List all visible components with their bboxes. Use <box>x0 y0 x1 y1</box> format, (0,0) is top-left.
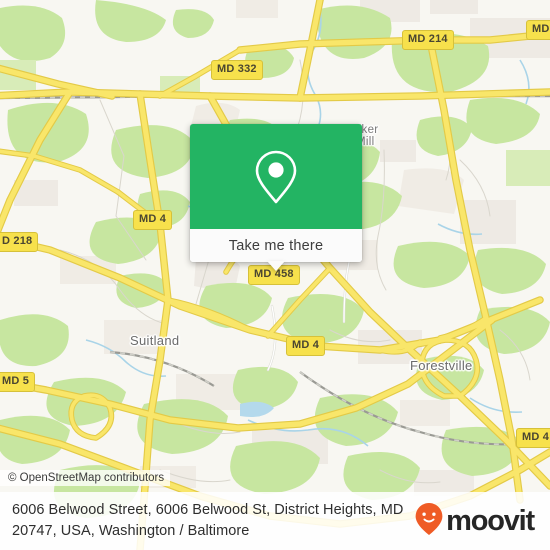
callout-image-area <box>190 124 362 229</box>
moovit-logo[interactable]: moovit <box>414 502 538 541</box>
place-label-forestville: Forestville <box>410 358 473 373</box>
road-shield-md-4-north[interactable]: MD 4 <box>133 210 173 230</box>
map-canvas[interactable]: .park{fill:#c7e6a0;} .parklite{fill:#d8e… <box>0 0 550 550</box>
take-me-there-button[interactable]: Take me there <box>190 229 362 271</box>
osm-attribution[interactable]: © OpenStreetMap contributors <box>0 470 171 486</box>
road-shield-md-right-edge[interactable]: MD <box>526 20 550 40</box>
take-me-there-label: Take me there <box>228 237 324 254</box>
road-shield-md-332[interactable]: MD 332 <box>211 60 263 80</box>
place-label-suitland: Suitland <box>130 333 180 348</box>
moovit-pin-smiley-icon <box>414 502 444 541</box>
road-shield-md-5[interactable]: MD 5 <box>0 372 36 392</box>
moovit-wordmark: moovit <box>446 504 535 537</box>
destination-callout-card[interactable]: Take me there <box>190 124 362 271</box>
footer-bar: 6006 Belwood Street, 6006 Belwood St, Di… <box>0 492 550 550</box>
road-shield-md-214[interactable]: MD 214 <box>402 30 454 50</box>
address-text: 6006 Belwood Street, 6006 Belwood St, Di… <box>12 502 404 539</box>
road-shield-md-4-center[interactable]: MD 4 <box>286 336 326 356</box>
callout-pointer-tail <box>267 261 285 271</box>
map-screenshot: .park{fill:#c7e6a0;} .parklite{fill:#d8e… <box>0 0 550 550</box>
road-shield-md-218[interactable]: D 218 <box>0 232 39 252</box>
map-pin-icon <box>252 148 300 206</box>
road-shield-md-4-east[interactable]: MD 4 <box>516 428 550 448</box>
